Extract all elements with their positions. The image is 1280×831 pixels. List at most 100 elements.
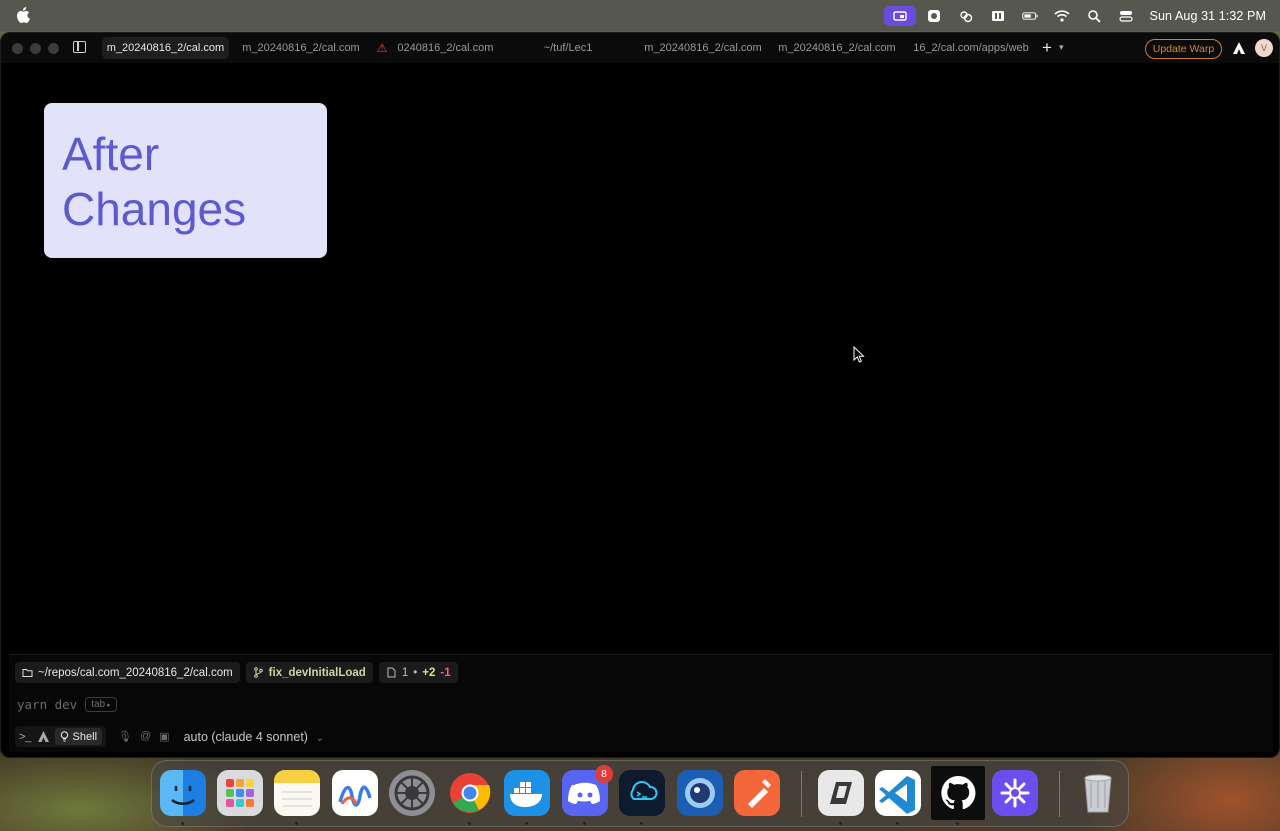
directory-chip[interactable]: ~/repos/cal.com_20240816_2/cal.com <box>15 662 240 683</box>
folder-icon <box>22 669 33 677</box>
terminal-prompt-icon[interactable]: >_ <box>19 731 32 743</box>
dock: 8 <box>151 760 1129 827</box>
microphone-icon[interactable]: 🎙 <box>118 730 132 743</box>
window-controls <box>12 43 59 54</box>
terminal-app-icon[interactable] <box>619 770 665 816</box>
command-row[interactable]: yarn dev tab ▸ <box>17 697 117 712</box>
running-indicator <box>640 822 643 825</box>
terminal-input-area: ~/repos/cal.com_20240816_2/cal.com fix_d… <box>9 654 1273 752</box>
screen-share-icon[interactable] <box>883 5 916 26</box>
tab-1[interactable]: m_20240816_2/cal.com <box>102 37 229 59</box>
running-indicator <box>583 822 586 825</box>
zoom-window-button[interactable] <box>48 43 59 54</box>
weather-icon[interactable] <box>950 0 982 31</box>
mode-row: >_ Shell 🎙 @ ▣ auto (claude 4 sonnet) ⌄ <box>15 726 324 747</box>
system-settings-icon[interactable] <box>389 770 435 816</box>
new-tab-button[interactable]: + <box>1039 38 1055 58</box>
running-indicator <box>525 822 528 825</box>
apple-logo-icon[interactable] <box>16 7 30 23</box>
perplexity-icon[interactable] <box>992 770 1038 816</box>
search-icon[interactable] <box>1078 0 1110 31</box>
model-selector[interactable]: auto (claude 4 sonnet) ⌄ <box>184 730 324 744</box>
tab-label: m_20240816_2/cal.com <box>644 42 762 54</box>
sidebar-toggle-icon[interactable] <box>73 41 86 53</box>
wifi-icon[interactable] <box>1046 0 1078 31</box>
tab-7[interactable]: 16_2/cal.com/apps/web <box>907 37 1035 59</box>
tab-hint-label: tab <box>91 699 106 710</box>
warp-logo-icon[interactable] <box>1233 42 1245 54</box>
notes-icon[interactable] <box>274 770 320 816</box>
warp-agent-icon[interactable] <box>37 731 49 742</box>
warning-icon: ⚠ <box>376 41 388 55</box>
mouse-cursor-icon <box>853 346 865 363</box>
at-mention-icon[interactable]: @ <box>140 730 151 743</box>
image-attach-icon[interactable]: ▣ <box>159 730 169 743</box>
parallels-icon[interactable] <box>818 770 864 816</box>
launchpad-icon[interactable] <box>217 770 263 816</box>
tab-4[interactable]: ~/tuf/Lec1 <box>505 37 631 59</box>
files-changed-count: 1 <box>401 666 409 679</box>
input-tools: 🎙 @ ▣ <box>118 730 170 743</box>
running-indicator <box>181 822 184 825</box>
tab-2[interactable]: m_20240816_2/cal.com <box>237 37 365 59</box>
deletions-count: -1 <box>440 666 451 679</box>
terminal-window: m_20240816_2/cal.com m_20240816_2/cal.co… <box>0 32 1280 758</box>
finder-icon[interactable] <box>160 770 206 816</box>
tab-completion-hint: tab ▸ <box>85 697 117 712</box>
additions-count: +2 <box>422 666 436 679</box>
menu-clock[interactable]: Sun Aug 31 1:32 PM <box>1150 9 1266 23</box>
update-warp-button[interactable]: Update Warp <box>1145 39 1222 59</box>
running-indicator <box>896 822 899 825</box>
context-chips: ~/repos/cal.com_20240816_2/cal.com fix_d… <box>15 662 458 683</box>
running-indicator <box>839 822 842 825</box>
vscode-icon[interactable] <box>875 770 921 816</box>
chrome-icon[interactable] <box>447 770 493 816</box>
overlay-line-2: Changes <box>62 183 247 235</box>
dock-separator <box>1059 771 1060 817</box>
running-indicator <box>956 822 959 825</box>
tab-label: ~/tuf/Lec1 <box>543 42 593 54</box>
tab-label: m_20240816_2/cal.com <box>778 42 896 54</box>
file-icon <box>387 667 396 678</box>
tab-3[interactable]: ⚠ 0240816_2/cal.com <box>371 37 499 59</box>
running-indicator <box>295 822 298 825</box>
command-input[interactable]: yarn dev <box>17 697 77 712</box>
diff-separator: • <box>413 666 418 679</box>
control-center-icon[interactable] <box>1110 0 1142 31</box>
mode-switcher[interactable]: >_ Shell <box>15 726 107 747</box>
branch-name: fix_devInitialLoad <box>268 666 366 679</box>
dock-separator <box>801 771 802 817</box>
proxyman-icon[interactable] <box>677 770 723 816</box>
model-name: auto (claude 4 sonnet) <box>183 729 308 744</box>
discord-notification-badge: 8 <box>595 765 613 783</box>
running-indicator <box>468 822 471 825</box>
user-avatar[interactable]: V <box>1255 39 1273 57</box>
tab-menu-chevron-icon[interactable]: ▾ <box>1059 42 1064 53</box>
bluetooth-app-icon[interactable] <box>918 0 950 31</box>
tab-6[interactable]: m_20240816_2/cal.com <box>773 37 901 59</box>
menu-bar: Sun Aug 31 1:32 PM <box>0 0 1280 31</box>
directory-path: ~/repos/cal.com_20240816_2/cal.com <box>38 666 233 679</box>
git-branch-icon <box>253 667 263 678</box>
tab-hint-arrow-icon: ▸ <box>107 701 111 709</box>
docker-icon[interactable] <box>504 770 550 816</box>
tab-bar: m_20240816_2/cal.com m_20240816_2/cal.co… <box>1 33 1279 63</box>
trash-icon[interactable] <box>1075 770 1121 816</box>
postman-icon[interactable] <box>734 770 780 816</box>
tab-label: m_20240816_2/cal.com <box>242 42 360 54</box>
overlay-line-1: After <box>62 128 160 180</box>
tab-label: 0240816_2/cal.com <box>397 42 494 54</box>
chevron-down-icon: ⌄ <box>315 732 324 744</box>
after-changes-card: After Changes <box>44 103 327 258</box>
battery-icon[interactable] <box>1014 0 1046 31</box>
focus-icon[interactable] <box>982 0 1014 31</box>
minimize-window-button[interactable] <box>30 43 41 54</box>
github-desktop-icon[interactable] <box>931 766 985 820</box>
close-window-button[interactable] <box>12 43 23 54</box>
freeform-icon[interactable] <box>332 770 378 816</box>
shell-mode-label: Shell <box>72 730 98 743</box>
git-branch-chip[interactable]: fix_devInitialLoad <box>245 662 373 683</box>
tab-5[interactable]: m_20240816_2/cal.com <box>639 37 767 59</box>
shell-mode-button[interactable]: Shell <box>54 728 103 745</box>
diff-stats-chip[interactable]: 1 • +2 -1 <box>378 662 458 683</box>
